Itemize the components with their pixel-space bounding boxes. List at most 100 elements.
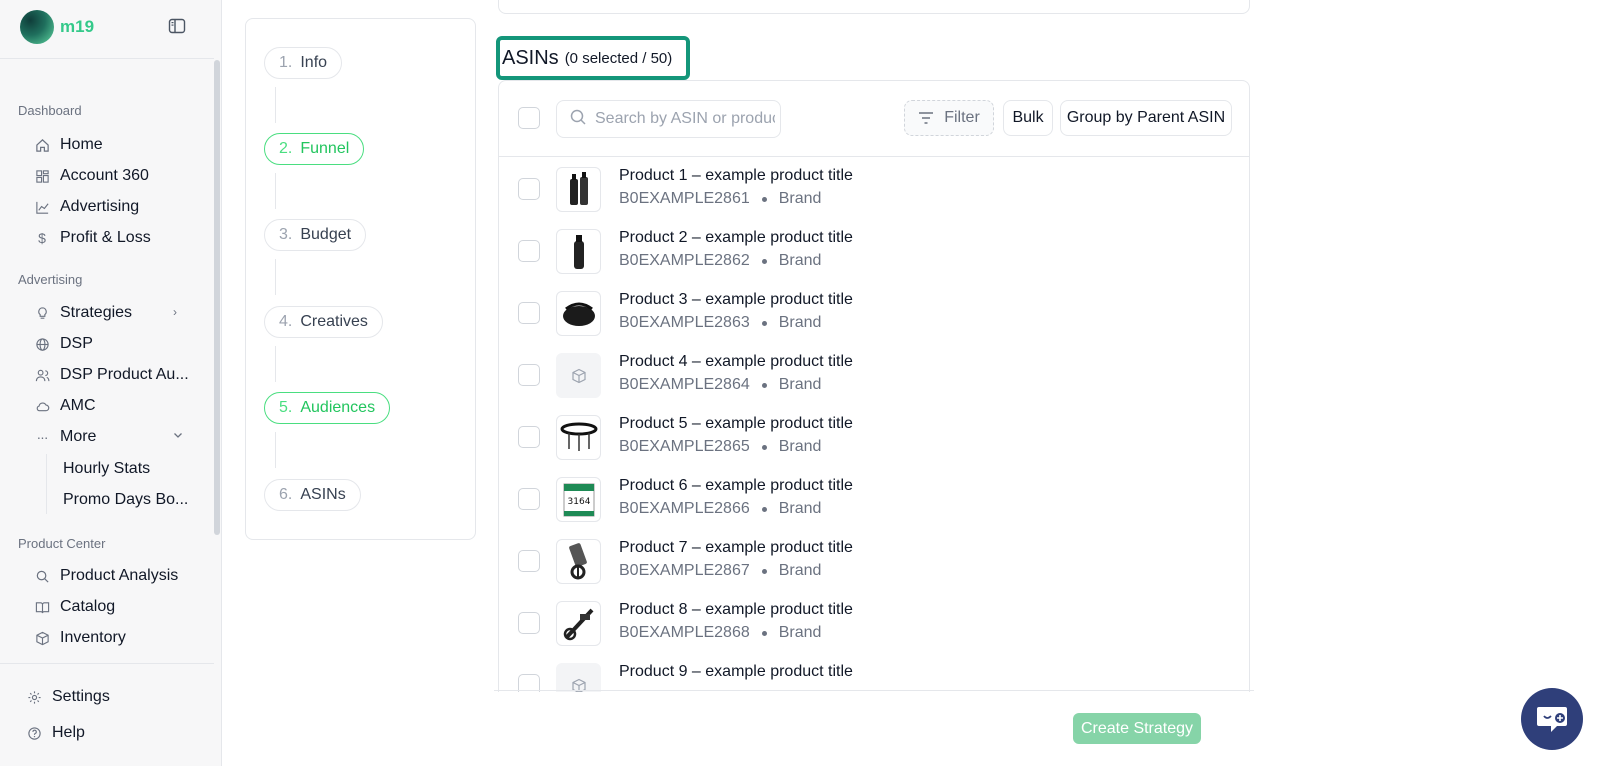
product-asin: B0EXAMPLE2864 xyxy=(619,376,750,393)
step-info[interactable]: 1. Info xyxy=(264,47,343,79)
group-by-parent-asin-button[interactable]: Group by Parent ASIN xyxy=(1060,100,1232,136)
product-image xyxy=(556,601,601,646)
bulk-button[interactable]: Bulk xyxy=(1003,100,1053,136)
asin-checkbox[interactable] xyxy=(518,240,540,262)
product-brand: Brand xyxy=(778,438,822,455)
product-image xyxy=(556,415,601,460)
sidebar-item-hourly-stats[interactable]: Hourly Stats xyxy=(63,456,150,482)
sidebar-item-inventory[interactable]: Inventory xyxy=(34,625,126,651)
asin-row[interactable]: Product 4 – example product title B0EXAMP… xyxy=(499,344,1249,406)
stepper: 1. Info 2. Funnel 3. Budget 4. Creatives 5. A… xyxy=(245,18,476,540)
asin-row[interactable]: Product 5 – example product title B0EXAMP… xyxy=(499,406,1249,468)
sidebar-item-more[interactable]: ··· More xyxy=(34,424,184,450)
asin-checkbox[interactable] xyxy=(518,426,540,448)
divider xyxy=(0,58,214,59)
asin-checkbox[interactable] xyxy=(518,488,540,510)
step-label: ASINs xyxy=(300,486,346,503)
step-connector xyxy=(275,173,276,209)
sidebar-scrollbar[interactable] xyxy=(214,60,220,535)
asins-title: ASINs xyxy=(502,46,559,69)
sidebar-item-amc[interactable]: AMC xyxy=(34,393,96,419)
asins-heading: ASINs (0 selected / 50) xyxy=(496,36,690,80)
divider xyxy=(494,690,1254,691)
section-product-center: Product Center xyxy=(18,536,106,551)
product-meta: B0EXAMPLE2866 Brand xyxy=(619,500,821,518)
product-title: Product 8 – example product title xyxy=(619,601,853,618)
product-meta: B0EXAMPLE2867 Brand xyxy=(619,562,821,580)
sidebar-item-advertising[interactable]: Advertising xyxy=(34,194,139,220)
step-creatives[interactable]: 4. Creatives xyxy=(264,306,383,338)
separator-dot xyxy=(761,506,767,512)
step-connector xyxy=(275,87,276,123)
sidebar-item-settings[interactable]: Settings xyxy=(26,684,110,710)
line-chart-icon xyxy=(34,199,50,215)
sidebar-item-label: Account 360 xyxy=(60,167,149,184)
create-strategy-button[interactable]: Create Strategy xyxy=(1073,713,1201,744)
sidebar-toggle-icon[interactable] xyxy=(168,17,186,35)
asin-checkbox[interactable] xyxy=(518,178,540,200)
sidebar-item-profit-loss[interactable]: $ Profit & Loss xyxy=(34,225,151,251)
asin-row[interactable]: Product 7 – example product title B0EXAMP… xyxy=(499,530,1249,592)
asin-checkbox[interactable] xyxy=(518,612,540,634)
box-icon xyxy=(556,353,601,398)
sidebar-item-promo-days[interactable]: Promo Days Bo... xyxy=(63,487,188,513)
sidebar-item-dsp[interactable]: DSP xyxy=(34,331,93,357)
step-number: 4. xyxy=(279,313,293,330)
separator-dot xyxy=(761,382,767,388)
separator-dot xyxy=(761,444,767,450)
gear-icon xyxy=(26,689,42,705)
step-funnel[interactable]: 2. Funnel xyxy=(264,133,365,165)
product-image: 3164 xyxy=(556,477,601,522)
product-meta: B0EXAMPLE2868 Brand xyxy=(619,624,821,642)
sidebar-item-account-360[interactable]: Account 360 xyxy=(34,163,149,189)
search-input[interactable] xyxy=(595,110,775,128)
step-label: Audiences xyxy=(300,399,376,416)
sidebar-item-label: Strategies xyxy=(60,304,133,321)
separator-dot xyxy=(761,258,767,264)
step-budget[interactable]: 3. Budget xyxy=(264,219,367,251)
separator-dot xyxy=(761,568,767,574)
asin-checkbox[interactable] xyxy=(518,364,540,386)
sidebar-item-help[interactable]: Help xyxy=(26,720,85,746)
chevron-right-icon[interactable]: › xyxy=(173,305,185,319)
sidebar-item-label: Settings xyxy=(52,688,110,705)
product-brand: Brand xyxy=(778,500,822,517)
sidebar-item-label: Home xyxy=(60,136,103,153)
sidebar-item-product-analysis[interactable]: Product Analysis xyxy=(34,563,178,589)
sidebar: m19 Dashboard Home Account 360 Advertisi… xyxy=(0,0,222,766)
step-asins[interactable]: 6. ASINs xyxy=(264,479,361,511)
asin-checkbox[interactable] xyxy=(518,302,540,324)
book-icon xyxy=(34,599,50,615)
sidebar-item-label: Help xyxy=(52,724,85,741)
asin-row[interactable]: Product 2 – example product title B0EXAMP… xyxy=(499,220,1249,282)
product-asin: B0EXAMPLE2861 xyxy=(619,190,750,207)
asin-row[interactable]: Product 1 – example product title B0EXAMP… xyxy=(499,158,1249,220)
asin-row[interactable]: 3164 Product 6 – example product title B0E… xyxy=(499,468,1249,530)
sidebar-item-catalog[interactable]: Catalog xyxy=(34,594,115,620)
filter-button[interactable]: Filter xyxy=(904,100,994,136)
step-audiences[interactable]: 5. Audiences xyxy=(264,392,391,424)
brand[interactable]: m19 xyxy=(20,10,94,44)
asin-row[interactable]: Product 9 – example product title xyxy=(499,654,1249,692)
step-number: 6. xyxy=(279,486,293,503)
asin-checkbox[interactable] xyxy=(518,550,540,572)
grid-icon xyxy=(34,168,50,184)
sidebar-item-dsp-product-audiences[interactable]: DSP Product Au... xyxy=(34,362,189,388)
product-title: Product 3 – example product title xyxy=(619,291,853,308)
asin-row[interactable]: Product 3 – example product title B0EXAMP… xyxy=(499,282,1249,344)
step-connector xyxy=(275,346,276,382)
step-connector xyxy=(275,432,276,468)
chevron-down-icon[interactable] xyxy=(172,429,185,444)
asin-row[interactable]: Product 8 – example product title B0EXAMP… xyxy=(499,592,1249,654)
select-all-checkbox[interactable] xyxy=(518,107,540,129)
product-brand: Brand xyxy=(778,562,822,579)
sidebar-item-home[interactable]: Home xyxy=(34,132,103,158)
product-asin: B0EXAMPLE2867 xyxy=(619,562,750,579)
asin-search[interactable] xyxy=(556,100,781,138)
search-icon xyxy=(569,108,587,131)
dollar-icon: $ xyxy=(38,230,46,246)
users-icon xyxy=(34,367,50,383)
chat-support-button[interactable] xyxy=(1521,688,1583,750)
sidebar-item-strategies[interactable]: Strategies xyxy=(34,300,184,326)
asin-list: Filter Bulk Group by Parent ASIN Product… xyxy=(498,80,1250,692)
